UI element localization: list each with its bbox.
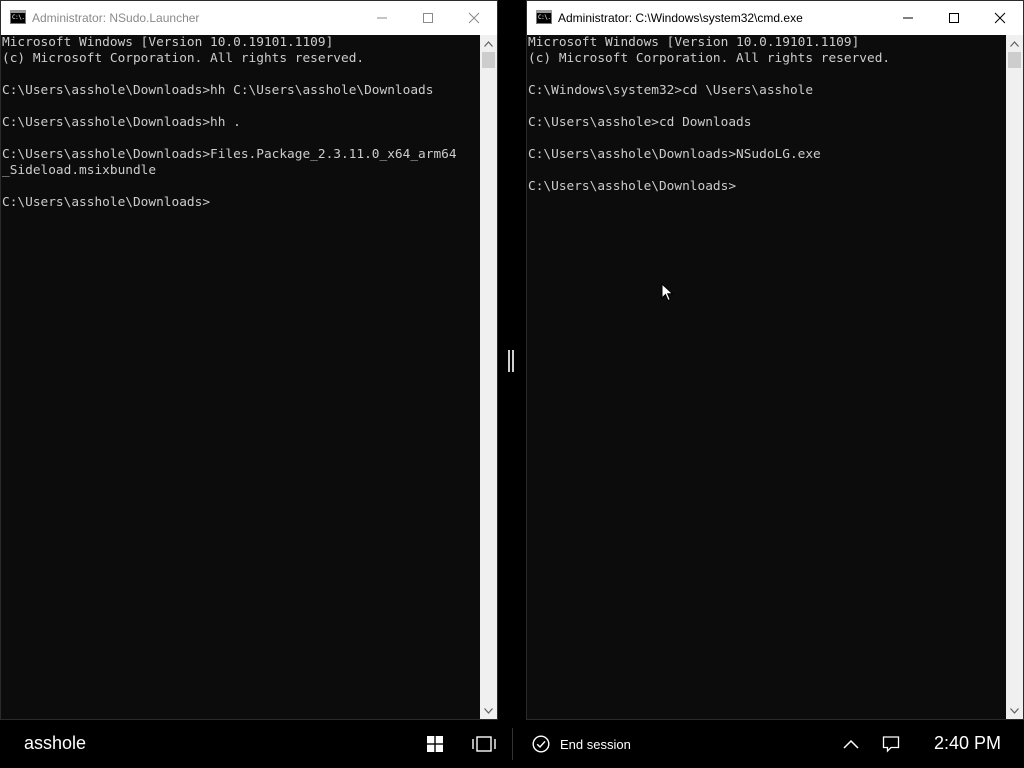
console-line: (c) Microsoft Corporation. All rights re… xyxy=(2,51,365,66)
vertical-scrollbar[interactable] xyxy=(480,35,497,719)
window-title: Administrator: C:\Windows\system32\cmd.e… xyxy=(558,11,803,25)
scroll-thumb[interactable] xyxy=(1008,52,1021,68)
taskbar-separator xyxy=(512,728,513,760)
user-name: asshole xyxy=(24,733,87,753)
windows-start-icon xyxy=(427,736,443,752)
task-view-icon xyxy=(472,736,496,752)
end-session-button[interactable]: End session xyxy=(532,734,631,754)
end-session-icon xyxy=(532,735,550,753)
title-bar[interactable]: C:\. Administrator: C:\Windows\system32\… xyxy=(527,1,1023,35)
console-line: Microsoft Windows [Version 10.0.19101.11… xyxy=(528,35,860,50)
chevron-down-icon xyxy=(484,707,493,714)
console-line: Microsoft Windows [Version 10.0.19101.11… xyxy=(2,35,334,50)
maximize-icon xyxy=(423,13,433,23)
maximize-icon xyxy=(949,13,959,23)
vertical-scrollbar[interactable] xyxy=(1006,35,1023,719)
scroll-up-button[interactable] xyxy=(1006,35,1023,52)
cmd-app-icon[interactable]: C:\. xyxy=(536,10,552,24)
scroll-down-button[interactable] xyxy=(1006,702,1023,719)
notification-icon xyxy=(882,736,900,753)
scroll-up-button[interactable] xyxy=(480,35,497,52)
window-title: Administrator: NSudo.Launcher xyxy=(32,11,200,25)
end-session-label: End session xyxy=(560,736,631,752)
chevron-down-icon xyxy=(1010,707,1019,714)
scroll-thumb[interactable] xyxy=(482,52,495,68)
minimize-button[interactable] xyxy=(885,1,931,35)
console-line: C:\Users\asshole\Downloads>Files.Package… xyxy=(2,147,457,162)
close-icon xyxy=(468,12,480,24)
taskbar-clock[interactable]: 2:40 PM xyxy=(934,733,1001,754)
maximize-button[interactable] xyxy=(405,1,451,35)
taskbar: asshole End session 2:40 PM xyxy=(0,720,1024,768)
scroll-down-button[interactable] xyxy=(480,702,497,719)
console-output[interactable]: Microsoft Windows [Version 10.0.19101.11… xyxy=(1,35,480,719)
console-line: C:\Users\asshole\Downloads>hh C:\Users\a… xyxy=(2,83,434,98)
console-line: C:\Users\asshole\Downloads>hh . xyxy=(2,115,241,130)
maximize-button[interactable] xyxy=(931,1,977,35)
desktop: C:\. Administrator: NSudo.Launcher Micro… xyxy=(0,0,1024,768)
chevron-up-icon xyxy=(484,40,493,47)
show-hidden-icons-button[interactable] xyxy=(839,732,863,756)
console-prompt: C:\Users\asshole\Downloads> xyxy=(528,179,737,194)
console-line: C:\Users\asshole>cd Downloads xyxy=(528,115,752,130)
close-button[interactable] xyxy=(977,1,1023,35)
minimize-icon xyxy=(903,17,913,19)
minimize-button[interactable] xyxy=(359,1,405,35)
split-divider-handle[interactable] xyxy=(508,350,514,372)
console-output[interactable]: Microsoft Windows [Version 10.0.19101.11… xyxy=(527,35,1006,719)
mouse-pointer-icon xyxy=(661,283,674,302)
close-icon xyxy=(994,12,1006,24)
nsudo-launcher-window[interactable]: C:\. Administrator: NSudo.Launcher Micro… xyxy=(0,0,498,720)
close-button[interactable] xyxy=(451,1,497,35)
cmd-app-icon[interactable]: C:\. xyxy=(10,10,26,24)
console-line: _Sideload.msixbundle xyxy=(2,163,157,178)
start-button[interactable] xyxy=(423,732,447,756)
cmd-window[interactable]: C:\. Administrator: C:\Windows\system32\… xyxy=(526,0,1024,720)
action-center-button[interactable] xyxy=(879,732,903,756)
task-view-button[interactable] xyxy=(472,732,496,756)
chevron-up-icon xyxy=(1010,40,1019,47)
console-line: C:\Users\asshole\Downloads>NSudoLG.exe xyxy=(528,147,821,162)
chevron-up-icon xyxy=(843,739,859,749)
console-line: (c) Microsoft Corporation. All rights re… xyxy=(528,51,891,66)
console-line: C:\Windows\system32>cd \Users\asshole xyxy=(528,83,814,98)
console-prompt: C:\Users\asshole\Downloads> xyxy=(2,195,211,210)
minimize-icon xyxy=(377,17,387,19)
title-bar[interactable]: C:\. Administrator: NSudo.Launcher xyxy=(1,1,497,35)
